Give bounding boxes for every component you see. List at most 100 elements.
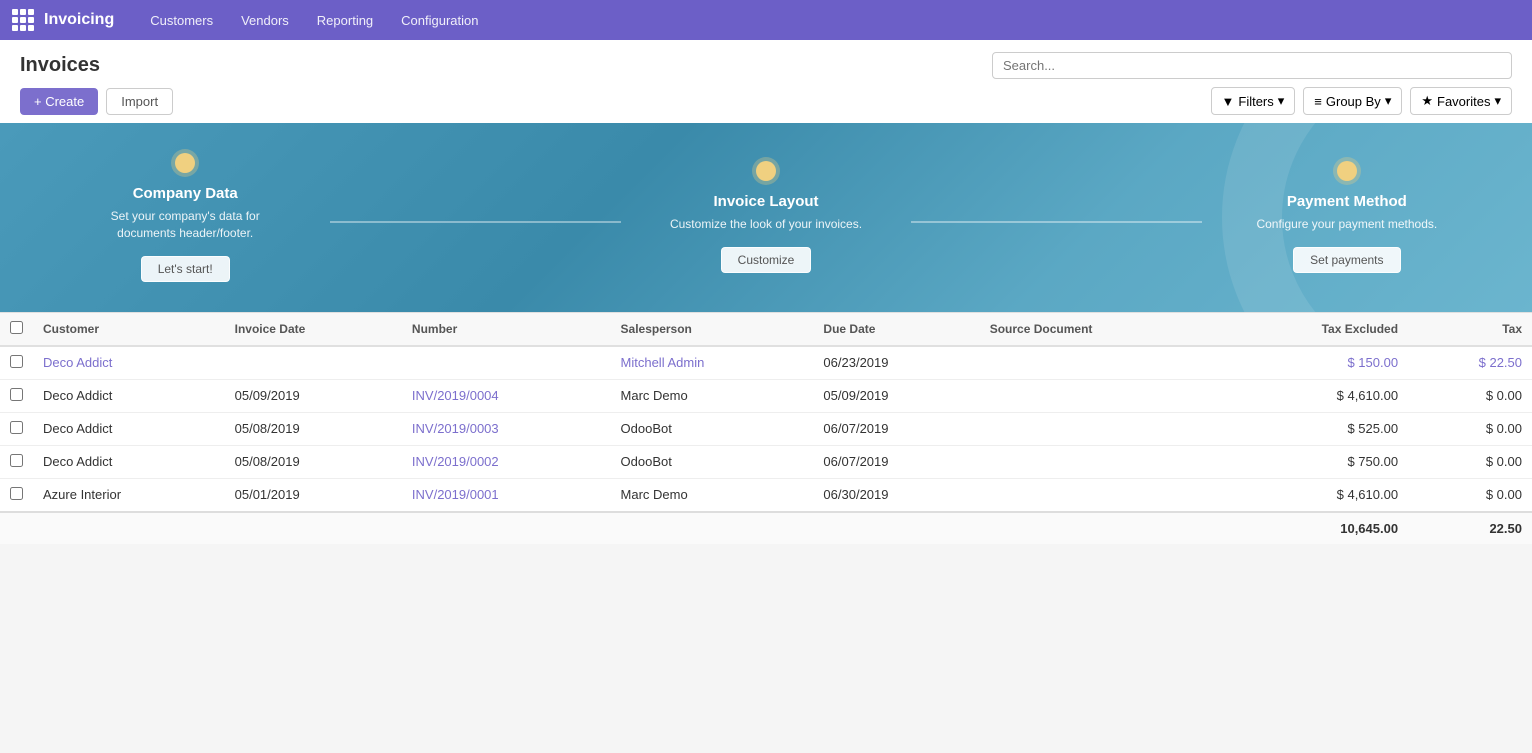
select-all-header[interactable] <box>0 312 33 346</box>
toolbar-right: ▼ Filters ▾ ≡ Group By ▾ ★ Favorites ▾ <box>1211 87 1513 115</box>
cell-invoice-date: 05/08/2019 <box>225 445 402 478</box>
step-btn-payment[interactable]: Set payments <box>1293 247 1400 273</box>
invoices-table: Customer Invoice Date Number Salesperson… <box>0 312 1532 544</box>
step-circle-company <box>175 153 195 173</box>
star-icon: ★ <box>1421 93 1433 109</box>
cell-customer[interactable]: Deco Addict <box>33 346 225 380</box>
cell-customer: Deco Addict <box>33 445 225 478</box>
cell-customer: Deco Addict <box>33 412 225 445</box>
cell-number[interactable]: INV/2019/0004 <box>402 379 611 412</box>
cell-tax: $ 0.00 <box>1408 412 1532 445</box>
col-invoice-date[interactable]: Invoice Date <box>225 312 402 346</box>
footer-tax-total: 22.50 <box>1408 512 1532 544</box>
cell-tax: $ 0.00 <box>1408 478 1532 512</box>
nav-customers[interactable]: Customers <box>138 7 225 34</box>
nav-vendors[interactable]: Vendors <box>229 7 301 34</box>
create-button[interactable]: + Create <box>20 88 98 115</box>
table-row: Azure Interior05/01/2019INV/2019/0001Mar… <box>0 478 1532 512</box>
cell-tax-excluded[interactable]: $ 150.00 <box>1220 346 1409 380</box>
col-due-date[interactable]: Due Date <box>813 312 979 346</box>
nav-reporting[interactable]: Reporting <box>305 7 385 34</box>
table-header-row: Customer Invoice Date Number Salesperson… <box>0 312 1532 346</box>
cell-number <box>402 346 611 380</box>
toolbar-left: + Create Import <box>20 88 173 115</box>
tax-excluded-link[interactable]: $ 150.00 <box>1347 355 1398 370</box>
footer-tax-excluded-total: 10,645.00 <box>1220 512 1409 544</box>
top-nav-menu: Customers Vendors Reporting Configuratio… <box>138 7 490 34</box>
cell-invoice-date: 05/08/2019 <box>225 412 402 445</box>
cell-due-date: 06/07/2019 <box>813 412 979 445</box>
banner-step-company: Company Data Set your company's data for… <box>40 153 330 282</box>
row-checkbox[interactable] <box>10 454 23 467</box>
filters-button[interactable]: ▼ Filters ▾ <box>1211 87 1296 115</box>
step-btn-company[interactable]: Let's start! <box>141 256 230 282</box>
cell-source-document <box>980 379 1220 412</box>
row-checkbox[interactable] <box>10 388 23 401</box>
col-salesperson[interactable]: Salesperson <box>611 312 814 346</box>
cell-invoice-date: 05/01/2019 <box>225 478 402 512</box>
col-customer[interactable]: Customer <box>33 312 225 346</box>
table-row: Deco Addict05/09/2019INV/2019/0004Marc D… <box>0 379 1532 412</box>
step-desc-payment: Configure your payment methods. <box>1247 216 1447 233</box>
col-tax[interactable]: Tax <box>1408 312 1532 346</box>
cell-due-date: 05/09/2019 <box>813 379 979 412</box>
banner-row: Company Data Set your company's data for… <box>40 153 1492 282</box>
setup-banner: Company Data Set your company's data for… <box>0 123 1532 312</box>
table-footer-row: 10,645.00 22.50 <box>0 512 1532 544</box>
row-checkbox[interactable] <box>10 487 23 500</box>
col-number[interactable]: Number <box>402 312 611 346</box>
row-checkbox[interactable] <box>10 421 23 434</box>
col-source-document[interactable]: Source Document <box>980 312 1220 346</box>
cell-invoice-date <box>225 346 402 380</box>
cell-source-document <box>980 412 1220 445</box>
cell-salesperson: OdooBot <box>611 412 814 445</box>
apps-grid-icon[interactable] <box>12 9 34 31</box>
cell-tax-excluded: $ 4,610.00 <box>1220 379 1409 412</box>
customer-link[interactable]: Deco Addict <box>43 355 112 370</box>
footer-empty <box>0 512 1220 544</box>
groupby-button[interactable]: ≡ Group By ▾ <box>1303 87 1402 115</box>
cell-salesperson[interactable]: Mitchell Admin <box>611 346 814 380</box>
cell-number[interactable]: INV/2019/0002 <box>402 445 611 478</box>
step-title-company: Company Data <box>40 185 330 202</box>
select-all-checkbox[interactable] <box>10 321 23 334</box>
page-title: Invoices <box>20 54 100 77</box>
step-btn-layout[interactable]: Customize <box>721 247 812 273</box>
table-row: Deco Addict05/08/2019 INV/2019/0003 OdooBo… <box>0 412 1532 445</box>
cell-number[interactable]: INV/2019/0001 <box>402 478 611 512</box>
groupby-dropdown-icon: ▾ <box>1385 93 1392 109</box>
cell-source-document <box>980 445 1220 478</box>
import-button[interactable]: Import <box>106 88 173 115</box>
tax-link[interactable]: $ 22.50 <box>1479 355 1522 370</box>
salesperson-link[interactable]: Mitchell Admin <box>621 355 705 370</box>
search-input[interactable] <box>992 52 1512 79</box>
toolbar: + Create Import ▼ Filters ▾ ≡ Group By ▾… <box>0 79 1532 123</box>
step-title-payment: Payment Method <box>1202 193 1492 210</box>
number-link[interactable]: INV/2019/0001 <box>412 487 499 502</box>
number-link[interactable]: INV/2019/0004 <box>412 388 499 403</box>
cell-number[interactable]: INV/2019/0003 <box>402 412 611 445</box>
cell-salesperson: OdooBot <box>611 445 814 478</box>
invoices-table-wrap: Customer Invoice Date Number Salesperson… <box>0 312 1532 544</box>
banner-connector-2 <box>911 221 1201 223</box>
groupby-icon: ≡ <box>1314 94 1322 109</box>
step-desc-layout: Customize the look of your invoices. <box>666 216 866 233</box>
cell-salesperson: Marc Demo <box>611 379 814 412</box>
step-title-layout: Invoice Layout <box>621 193 911 210</box>
banner-step-layout: Invoice Layout Customize the look of you… <box>621 161 911 273</box>
number-link[interactable]: INV/2019/0002 <box>412 454 499 469</box>
favorites-button[interactable]: ★ Favorites ▾ <box>1410 87 1512 115</box>
cell-source-document <box>980 346 1220 380</box>
filters-dropdown-icon: ▾ <box>1278 93 1285 109</box>
step-circle-layout <box>756 161 776 181</box>
cell-tax[interactable]: $ 22.50 <box>1408 346 1532 380</box>
cell-salesperson: Marc Demo <box>611 478 814 512</box>
col-tax-excluded[interactable]: Tax Excluded <box>1220 312 1409 346</box>
banner-step-payment: Payment Method Configure your payment me… <box>1202 161 1492 273</box>
cell-tax: $ 0.00 <box>1408 445 1532 478</box>
cell-tax-excluded: $ 750.00 <box>1220 445 1409 478</box>
banner-connector-1 <box>330 221 620 223</box>
nav-configuration[interactable]: Configuration <box>389 7 490 34</box>
number-link[interactable]: INV/2019/0003 <box>412 421 499 436</box>
row-checkbox[interactable] <box>10 355 23 368</box>
